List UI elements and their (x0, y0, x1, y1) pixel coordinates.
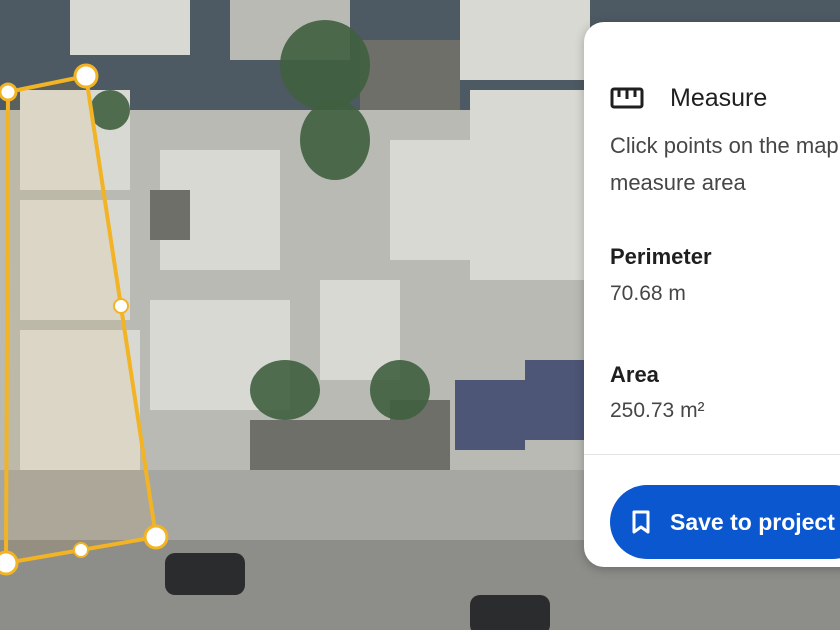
vertex-handle[interactable] (143, 524, 169, 550)
area-value: 250.73 m² (610, 399, 705, 422)
ruler-icon (610, 83, 648, 113)
save-to-project-button[interactable]: Save to project (610, 485, 840, 559)
measure-hint: Click points on the map to measure area (610, 133, 840, 195)
midpoint-handle[interactable] (113, 298, 129, 314)
area-label: Area (610, 362, 659, 387)
perimeter-value: 70.68 m (610, 282, 686, 305)
bookmark-icon (632, 508, 654, 536)
perimeter-label: Perimeter (610, 244, 712, 269)
measure-panel: Measure Click points on the map to measu… (584, 22, 840, 567)
vertex-handle[interactable] (0, 82, 18, 102)
save-button-label: Save to project (670, 508, 835, 535)
panel-title: Measure (670, 83, 768, 112)
vertex-handle[interactable] (0, 550, 19, 576)
midpoint-handle[interactable] (73, 542, 89, 558)
vertex-handle[interactable] (73, 63, 99, 89)
panel-header: Measure (610, 74, 767, 122)
divider (584, 454, 840, 455)
